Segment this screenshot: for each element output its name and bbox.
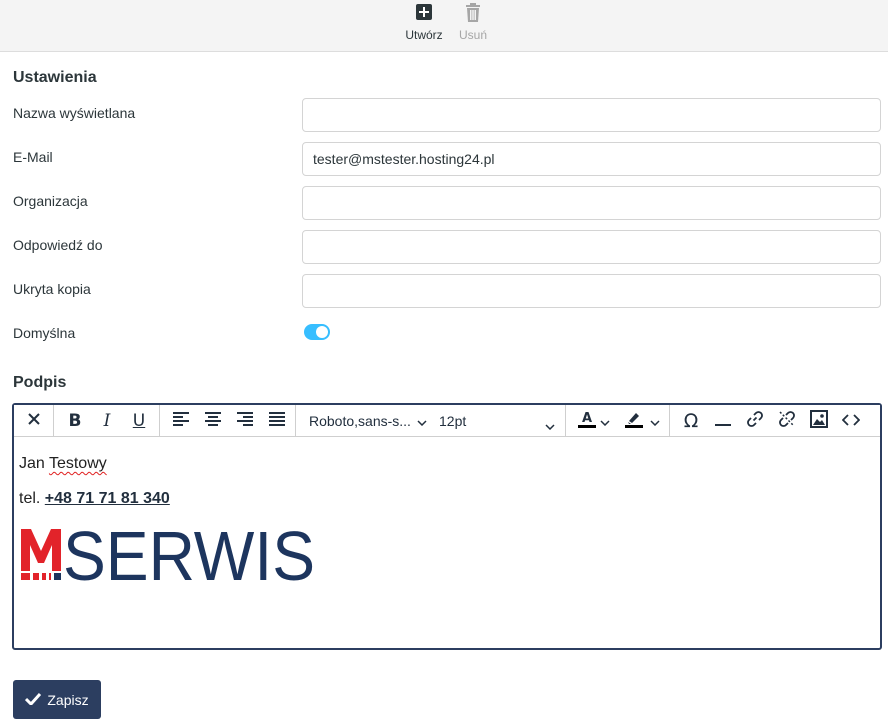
chevron-down-icon: [600, 411, 610, 431]
link-icon: [746, 410, 764, 433]
align-right-button[interactable]: [229, 405, 261, 437]
italic-button[interactable]: I: [91, 405, 123, 437]
organization-field[interactable]: [302, 186, 881, 220]
reply-to-label: Odpowiedź do: [13, 237, 103, 253]
signature-phone: tel. +48 71 71 81 340: [19, 490, 170, 508]
align-right-icon: [237, 411, 253, 431]
editor-toolbar: B I U Roboto,sans-s... 12pt A Ω: [14, 405, 880, 437]
chevron-down-icon: [417, 413, 427, 429]
source-code-button[interactable]: [835, 405, 867, 437]
underline-icon: U: [132, 411, 146, 431]
special-char-button[interactable]: Ω: [675, 405, 707, 437]
delete-button[interactable]: Usuń: [443, 0, 503, 52]
email-field[interactable]: [302, 142, 881, 176]
checkmark-icon: [25, 692, 42, 708]
signature-first-name: Jan: [19, 455, 49, 472]
omega-icon: Ω: [683, 410, 699, 432]
align-left-icon: [173, 411, 189, 431]
delete-label: Usuń: [458, 28, 487, 42]
highlight-dropdown[interactable]: [646, 405, 664, 437]
reply-to-field[interactable]: [302, 230, 881, 264]
signature-name: Jan Testowy: [19, 455, 107, 473]
insert-group: Ω: [670, 405, 882, 437]
toggle-knob: [316, 326, 328, 338]
settings-heading: Ustawienia: [13, 69, 97, 86]
color-group: A: [566, 405, 670, 437]
align-justify-icon: [269, 411, 285, 431]
svg-text:SERWIS: SERWIS: [63, 523, 315, 583]
bold-icon: B: [68, 411, 82, 431]
phone-link[interactable]: +48 71 71 81 340: [45, 490, 170, 507]
font-family-select[interactable]: Roboto,sans-s...: [309, 405, 427, 437]
text-style-group: B I U: [54, 405, 160, 437]
bcc-field[interactable]: [302, 274, 881, 308]
organization-label: Organizacja: [13, 193, 88, 209]
mserwis-logo: SERWIS: [19, 517, 319, 595]
display-name-field[interactable]: [302, 98, 881, 132]
font-size-select[interactable]: 12pt: [439, 405, 557, 437]
unlink-icon: [778, 410, 796, 433]
plus-square-icon: [415, 3, 433, 24]
italic-icon: I: [103, 411, 111, 431]
font-size-value: 12pt: [439, 413, 467, 429]
bcc-label: Ukryta kopia: [13, 281, 91, 297]
signature-editor[interactable]: B I U Roboto,sans-s... 12pt A Ω Jan Test…: [12, 403, 882, 650]
clear-format-button[interactable]: [18, 405, 50, 437]
image-button[interactable]: [803, 405, 835, 437]
highlighter-icon: [625, 410, 643, 433]
chevron-down-icon: [545, 417, 555, 433]
align-center-icon: [205, 411, 221, 431]
underline-button[interactable]: U: [123, 405, 155, 437]
default-toggle[interactable]: [304, 324, 330, 340]
trash-icon: [464, 3, 482, 26]
save-button[interactable]: Zapisz: [13, 680, 101, 719]
save-label: Zapisz: [47, 691, 89, 708]
default-label: Domyślna: [13, 325, 76, 341]
phone-prefix: tel.: [19, 490, 45, 507]
text-color-dropdown[interactable]: [596, 405, 614, 437]
code-icon: [841, 411, 861, 431]
horizontal-line-button[interactable]: [707, 405, 739, 437]
close-icon: [27, 411, 41, 431]
top-toolbar: Utwórz Usuń: [0, 0, 888, 52]
font-group: Roboto,sans-s... 12pt: [296, 405, 566, 437]
text-color-icon: A: [578, 410, 596, 433]
chevron-down-icon: [650, 411, 660, 431]
display-name-label: Nazwa wyświetlana: [13, 105, 136, 121]
align-left-button[interactable]: [165, 405, 197, 437]
email-label: E-Mail: [13, 149, 53, 165]
font-family-value: Roboto,sans-s...: [309, 413, 411, 429]
horizontal-line-icon: [715, 411, 731, 431]
align-justify-button[interactable]: [261, 405, 293, 437]
clear-group: [14, 405, 54, 437]
image-icon: [810, 409, 828, 433]
alignment-group: [160, 405, 296, 437]
bold-button[interactable]: B: [59, 405, 91, 437]
signature-heading: Podpis: [13, 374, 67, 391]
signature-last-name: Testowy: [48, 455, 107, 472]
unlink-button[interactable]: [771, 405, 803, 437]
svg-text:A: A: [582, 411, 592, 426]
link-button[interactable]: [739, 405, 771, 437]
align-center-button[interactable]: [197, 405, 229, 437]
